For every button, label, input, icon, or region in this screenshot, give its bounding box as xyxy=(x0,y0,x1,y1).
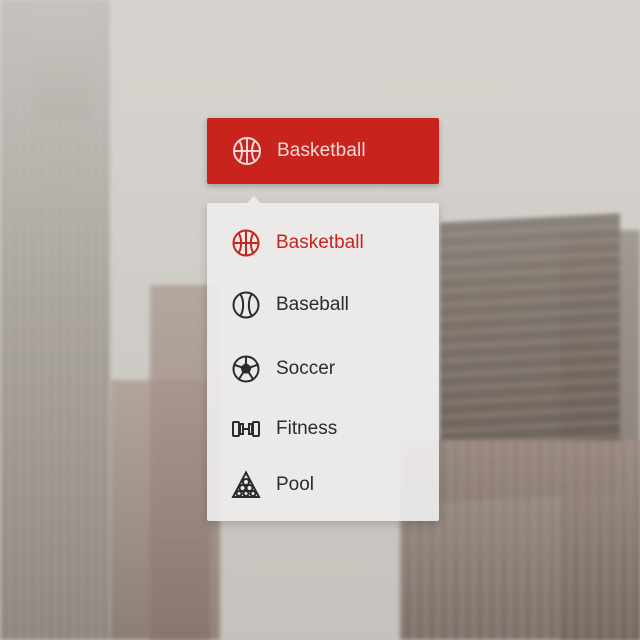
selected-sport-label: Basketball xyxy=(277,140,366,161)
option-soccer[interactable]: Soccer xyxy=(207,341,439,397)
soccer-ball-icon xyxy=(231,354,261,384)
dumbbell-icon xyxy=(231,414,261,444)
option-label: Fitness xyxy=(276,418,338,439)
option-basketball[interactable]: Basketball xyxy=(207,215,439,271)
option-label: Basketball xyxy=(276,232,364,253)
baseball-icon xyxy=(231,290,261,320)
option-label: Baseball xyxy=(276,294,349,315)
option-pool[interactable]: Pool xyxy=(207,457,439,513)
pool-balls-icon xyxy=(231,470,261,500)
sport-options-menu: Basketball Baseball Soccer Fitness Pool xyxy=(207,196,439,521)
option-fitness[interactable]: Fitness xyxy=(207,401,439,457)
option-label: Soccer xyxy=(276,358,336,379)
option-label: Pool xyxy=(276,474,315,495)
sport-select-button[interactable]: Basketball xyxy=(207,118,439,184)
basketball-icon xyxy=(231,135,263,167)
option-baseball[interactable]: Baseball xyxy=(207,277,439,333)
basketball-icon xyxy=(231,228,261,258)
